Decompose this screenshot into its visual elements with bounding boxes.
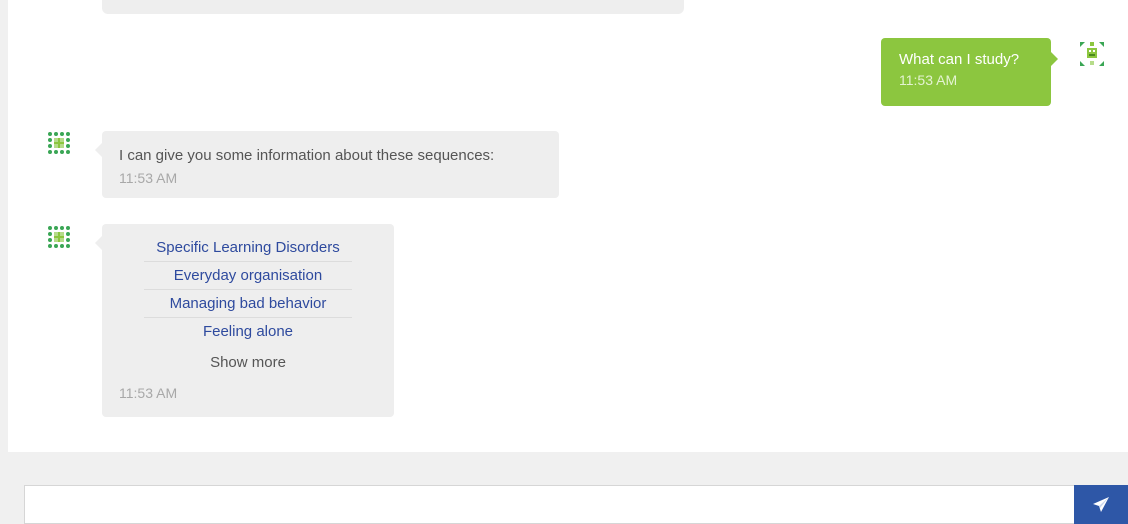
bot-options-bubble: Specific Learning Disorders Everyday org…	[95, 224, 394, 417]
user-message-bubble: What can I study? 11:53 AM	[881, 38, 1058, 106]
bot-info-bubble: I can give you some information about th…	[95, 131, 559, 198]
show-more-button[interactable]: Show more	[144, 353, 352, 373]
send-button[interactable]	[1074, 485, 1128, 524]
user-message-time: 11:53 AM	[899, 72, 958, 88]
option-managing-bad-behavior[interactable]: Managing bad behavior	[144, 290, 352, 318]
bot-info-text: I can give you some information about th…	[119, 147, 495, 164]
bot-grid-avatar-icon	[47, 225, 75, 253]
option-everyday-organisation[interactable]: Everyday organisation	[144, 262, 352, 290]
bot-grid-avatar-icon	[47, 131, 75, 159]
robot-avatar-icon	[1078, 40, 1106, 68]
option-specific-learning-disorders[interactable]: Specific Learning Disorders	[144, 234, 352, 262]
sequence-options-list: Specific Learning Disorders Everyday org…	[144, 234, 352, 345]
user-message-text: What can I study?	[899, 51, 1020, 68]
bot-info-time: 11:53 AM	[119, 170, 178, 186]
chat-panel: What can I study? 11:53 AM I can give yo…	[8, 0, 1128, 452]
paper-plane-icon	[1093, 496, 1109, 512]
option-feeling-alone[interactable]: Feeling alone	[144, 318, 352, 345]
message-input[interactable]	[24, 485, 1074, 524]
bot-options-time: 11:53 AM	[119, 385, 178, 401]
previous-message-bubble	[102, 0, 684, 14]
